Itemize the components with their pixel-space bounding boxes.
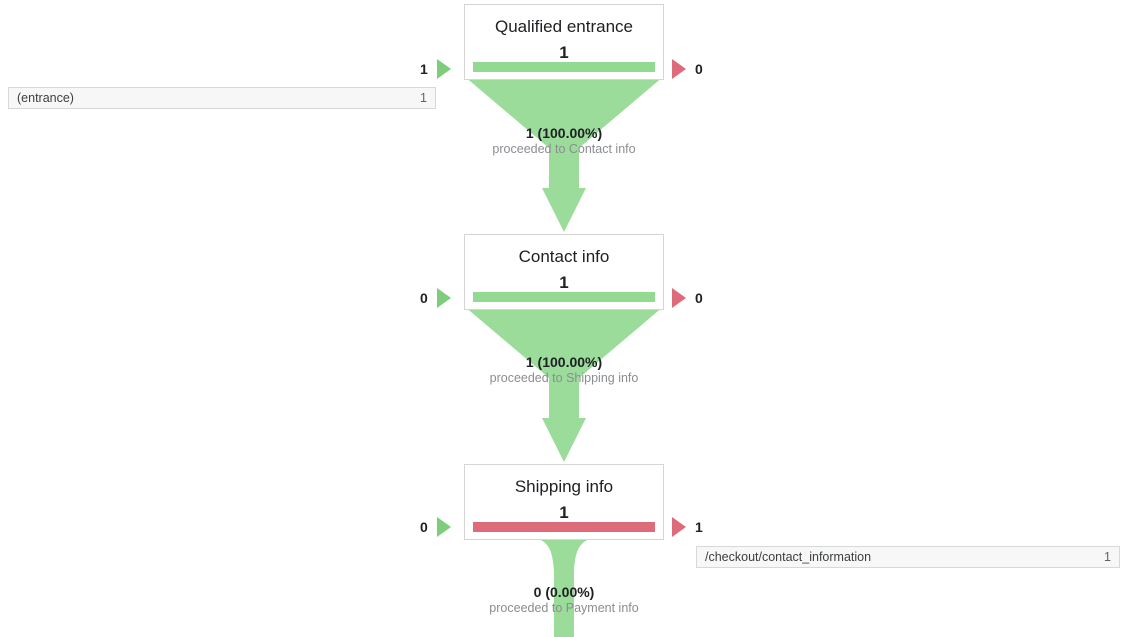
funnel-stage-qualified-entrance[interactable]: Qualified entrance 1 [464,4,664,80]
funnel-connector-3 [464,536,664,637]
funnel-shape-3-icon [524,536,604,637]
stage-exits-2[interactable]: 0 [672,288,703,308]
stage-entries-count-2: 0 [420,290,428,306]
stage-entries-count-3: 0 [420,519,428,535]
stage-value-3: 1 [559,503,569,522]
entrance-source-label: (entrance) [17,91,74,105]
stage-bar-2 [473,292,655,302]
stage-title-1: Qualified entrance [495,17,633,36]
stage-title-2: Contact info [518,247,610,266]
exit-destination-row[interactable]: /checkout/contact_information 1 [696,546,1120,568]
stage-exits-count-3: 1 [695,519,703,535]
entry-arrow-icon-2 [436,288,451,308]
exit-arrow-icon-3 [672,517,686,537]
stage-exits-3[interactable]: 1 [672,517,703,537]
stage-bar-1 [473,62,655,72]
stage-exits-1[interactable]: 0 [672,59,703,79]
stage-value-2: 1 [559,273,569,292]
stage-entries-1[interactable]: 1 [420,59,451,79]
stage-value-1: 1 [559,43,569,62]
entrance-source-count: 1 [420,91,427,105]
entry-arrow-icon-1 [436,59,451,79]
stage-exits-count-2: 0 [695,290,703,306]
exit-arrow-icon-2 [672,288,686,308]
funnel-connector-1 [464,76,664,236]
stage-entries-2[interactable]: 0 [420,288,451,308]
funnel-connector-2 [464,306,664,466]
exit-destination-label: /checkout/contact_information [705,550,872,564]
stage-bar-3 [473,522,655,532]
stage-title-3: Shipping info [514,477,614,496]
funnel-shape-2-icon [464,306,664,462]
funnel-shape-1-icon [464,76,664,232]
funnel-stage-shipping-info[interactable]: Shipping info 1 [464,464,664,540]
stage-entries-3[interactable]: 0 [420,517,451,537]
funnel-stage-contact-info[interactable]: Contact info 1 [464,234,664,310]
entry-arrow-icon-3 [436,517,451,537]
exit-destination-count: 1 [1104,550,1111,564]
entrance-source-row[interactable]: (entrance) 1 [8,87,436,109]
stage-exits-count-1: 0 [695,61,703,77]
exit-arrow-icon-1 [672,59,686,79]
stage-entries-count-1: 1 [420,61,428,77]
